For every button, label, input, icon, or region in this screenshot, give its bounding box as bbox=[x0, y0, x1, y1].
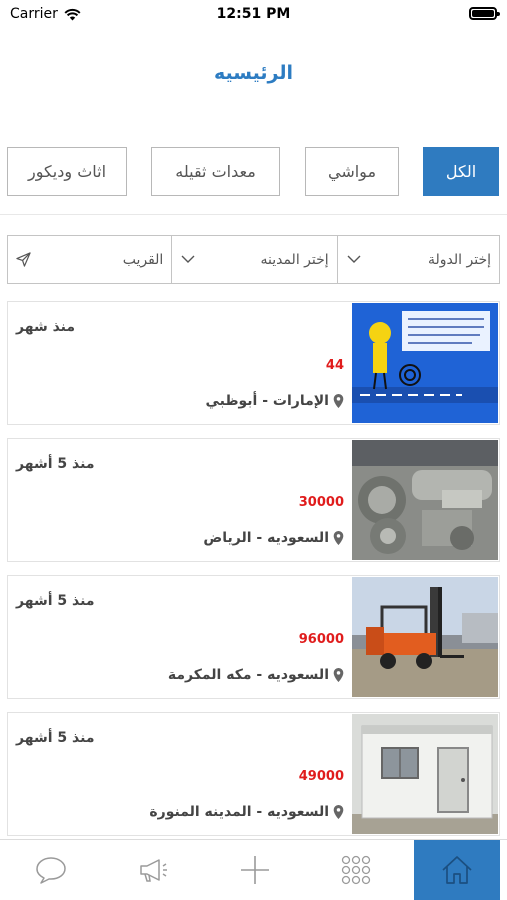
map-pin-icon bbox=[333, 394, 344, 408]
listing-location-text: السعوديه - مكه المكرمة bbox=[167, 667, 329, 683]
listing-location-text: السعوديه - المدينه المنورة bbox=[149, 804, 329, 820]
location-arrow-icon bbox=[16, 252, 31, 267]
listing-card[interactable]: منذ 5 أشهر 30000 السعوديه - الرياض bbox=[7, 438, 500, 562]
nav-chat[interactable] bbox=[8, 840, 94, 900]
listing-card[interactable]: منذ 5 أشهر 49000 السعوديه - المدينه المن… bbox=[7, 712, 500, 836]
listing-location: الإمارات - أبوظبي bbox=[205, 393, 344, 409]
nearby-label: القريب bbox=[122, 251, 164, 268]
nav-categories[interactable] bbox=[313, 840, 399, 900]
grid-dots-icon bbox=[341, 855, 371, 885]
listing-image-cartoon-poster bbox=[352, 303, 498, 423]
listing-price: 30000 bbox=[298, 495, 344, 510]
country-select[interactable]: إختر الدولة bbox=[336, 236, 499, 283]
listing-image-portable-cabin bbox=[352, 714, 498, 834]
nav-home[interactable] bbox=[414, 840, 500, 900]
chevron-down-icon bbox=[181, 255, 195, 263]
listing-location: السعوديه - مكه المكرمة bbox=[168, 667, 344, 683]
map-pin-icon bbox=[333, 805, 344, 819]
category-tabs: الكل مواشي معدات ثقيله اثاث وديكور bbox=[0, 147, 507, 197]
chat-bubble-icon bbox=[36, 857, 66, 884]
listing-price: 44 bbox=[325, 358, 344, 373]
listing-time-ago: منذ 5 أشهر bbox=[16, 730, 95, 746]
listing-image-machinery-parts bbox=[352, 440, 498, 560]
listing-location: السعوديه - الرياض bbox=[203, 530, 344, 546]
nav-add[interactable] bbox=[212, 840, 298, 900]
tab-heavy-equipment[interactable]: معدات ثقيله bbox=[151, 147, 280, 196]
tab-furniture-decor[interactable]: اثاث وديكور bbox=[7, 147, 127, 196]
chevron-down-icon bbox=[347, 255, 361, 263]
country-select-label: إختر الدولة bbox=[428, 251, 491, 268]
listing-card[interactable]: منذ شهر 44 الإمارات - أبوظبي bbox=[7, 301, 500, 425]
city-select[interactable]: إختر المدينه bbox=[171, 236, 336, 283]
map-pin-icon bbox=[333, 668, 344, 682]
listing-time-ago: منذ شهر bbox=[16, 319, 76, 335]
listing-card[interactable]: منذ 5 أشهر 96000 السعوديه - مكه المكرمة bbox=[7, 575, 500, 699]
listing-time-ago: منذ 5 أشهر bbox=[16, 456, 95, 472]
listing-image-forklift bbox=[352, 577, 498, 697]
listing-location-text: الإمارات - أبوظبي bbox=[205, 393, 329, 409]
listing-price: 49000 bbox=[298, 769, 344, 784]
nav-ads[interactable] bbox=[110, 840, 196, 900]
filter-bar: القريب إختر المدينه إختر الدولة bbox=[7, 235, 500, 284]
megaphone-icon bbox=[140, 859, 167, 882]
city-select-label: إختر المدينه bbox=[260, 251, 329, 268]
listing-price: 96000 bbox=[298, 632, 344, 647]
bottom-nav bbox=[0, 839, 507, 900]
status-bar: Carrier 12:51 PM bbox=[0, 0, 507, 30]
listing-time-ago: منذ 5 أشهر bbox=[16, 593, 95, 609]
tab-all[interactable]: الكل bbox=[423, 147, 499, 196]
listing-location-text: السعوديه - الرياض bbox=[203, 530, 329, 546]
map-pin-icon bbox=[333, 531, 344, 545]
battery-icon bbox=[469, 7, 500, 20]
clock: 12:51 PM bbox=[216, 6, 291, 22]
nearby-filter[interactable]: القريب bbox=[8, 236, 171, 283]
home-icon bbox=[442, 856, 472, 884]
tab-livestock[interactable]: مواشي bbox=[305, 147, 399, 196]
page-title: الرئيسيه bbox=[214, 62, 293, 84]
listing-location: السعوديه - المدينه المنورة bbox=[149, 804, 344, 820]
divider bbox=[0, 214, 507, 215]
plus-icon bbox=[241, 856, 269, 884]
